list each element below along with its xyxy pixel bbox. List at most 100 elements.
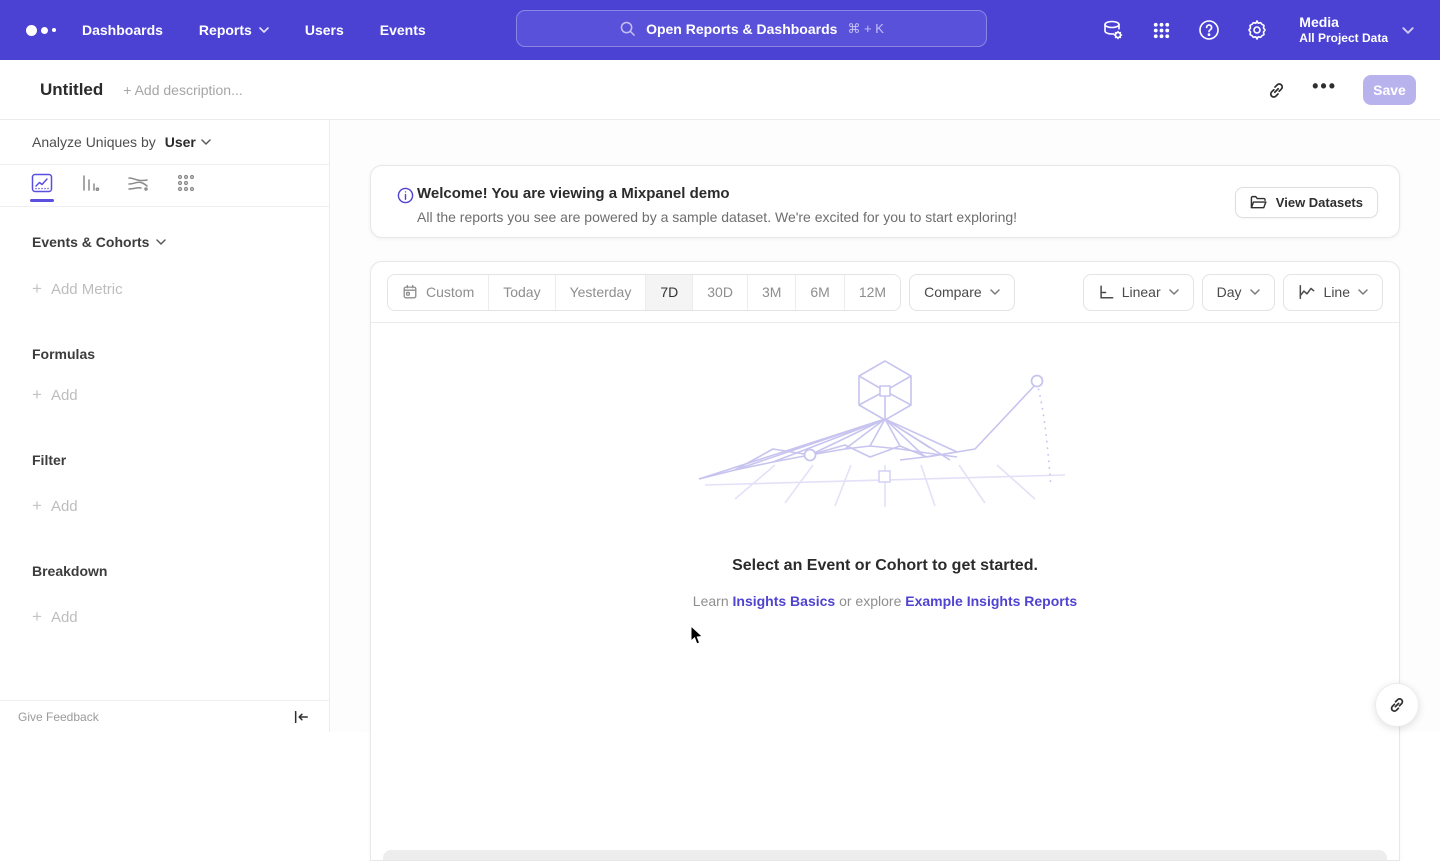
report-title[interactable]: Untitled: [40, 80, 103, 100]
folder-icon: [1250, 195, 1267, 210]
chevron-down-icon: [990, 289, 1000, 295]
mixpanel-logo-icon[interactable]: [26, 25, 72, 36]
section-filter: Filter: [0, 452, 329, 468]
interval-label: Day: [1217, 284, 1242, 300]
interval-dropdown[interactable]: Day: [1202, 274, 1275, 311]
header-actions: ••• Save: [1267, 60, 1416, 120]
chart-tab-bar[interactable]: [78, 173, 102, 202]
chart-type-dropdown[interactable]: Line: [1283, 274, 1383, 311]
date-range-label: 6M: [810, 284, 829, 300]
date-range-3m[interactable]: 3M: [748, 275, 796, 310]
date-range-label: 12M: [859, 284, 886, 300]
add-breakdown-button[interactable]: + Add: [0, 607, 329, 627]
date-range-7d[interactable]: 7D: [646, 275, 693, 310]
share-link-floating-button[interactable]: [1375, 683, 1419, 727]
empty-state-title: Select an Event or Cohort to get started…: [732, 557, 1038, 575]
empty-state-illustration: [695, 357, 1075, 512]
section-events-cohorts[interactable]: Events & Cohorts: [0, 234, 329, 250]
query-builder-sidebar: Analyze Uniques by User: [0, 120, 330, 732]
chevron-down-icon: [259, 27, 269, 33]
compare-label: Compare: [924, 284, 982, 300]
date-range-12m[interactable]: 12M: [845, 275, 900, 310]
plus-icon: +: [32, 385, 42, 405]
date-range-yesterday[interactable]: Yesterday: [556, 275, 647, 310]
line-chart-icon: [1298, 284, 1316, 300]
scale-label: Linear: [1122, 284, 1161, 300]
chevron-down-icon: [201, 139, 211, 145]
chevron-down-icon: [1402, 27, 1414, 34]
insights-report-card: Custom Today Yesterday 7D 30D 3M 6M 12M …: [370, 261, 1400, 861]
project-name: Media: [1299, 13, 1388, 31]
date-range-label: Custom: [426, 284, 474, 300]
demo-welcome-banner: Welcome! You are viewing a Mixpanel demo…: [370, 165, 1400, 238]
date-range-custom[interactable]: Custom: [388, 275, 489, 310]
chart-tab-line[interactable]: [30, 173, 54, 202]
section-title: Breakdown: [32, 563, 107, 579]
project-switcher[interactable]: Media All Project Data: [1299, 13, 1414, 47]
main-content: Welcome! You are viewing a Mixpanel demo…: [330, 120, 1440, 732]
chart-type-tabs: [0, 165, 329, 207]
section-formulas: Formulas: [0, 346, 329, 362]
add-label: Add: [51, 498, 78, 515]
project-subtitle: All Project Data: [1299, 31, 1388, 47]
date-range-segmented-control: Custom Today Yesterday 7D 30D 3M 6M 12M: [387, 274, 901, 311]
nav-item-users[interactable]: Users: [305, 22, 344, 38]
bottom-section-edge: [383, 850, 1387, 860]
nav-item-label: Users: [305, 22, 344, 38]
search-placeholder: Open Reports & Dashboards: [646, 21, 837, 37]
more-options-button[interactable]: •••: [1312, 86, 1337, 94]
analyze-by-dropdown[interactable]: User: [165, 134, 211, 150]
help-icon[interactable]: [1197, 18, 1221, 42]
give-feedback-link[interactable]: Give Feedback: [18, 710, 99, 724]
nav-item-dashboards[interactable]: Dashboards: [82, 22, 163, 38]
link-icon: [1388, 696, 1406, 714]
view-datasets-label: View Datasets: [1276, 195, 1363, 210]
info-icon: [397, 187, 414, 209]
analyze-row: Analyze Uniques by User: [0, 120, 329, 165]
chevron-down-icon: [156, 239, 166, 245]
chart-tab-flow[interactable]: [126, 173, 150, 202]
sidebar-footer: Give Feedback: [0, 700, 329, 732]
example-insights-reports-link[interactable]: Example Insights Reports: [905, 593, 1077, 609]
settings-icon[interactable]: [1245, 18, 1269, 42]
date-range-label: Today: [503, 284, 540, 300]
collapse-sidebar-icon[interactable]: [293, 710, 309, 724]
save-button[interactable]: Save: [1363, 75, 1416, 105]
add-description-field[interactable]: + Add description...: [123, 82, 242, 98]
data-management-icon[interactable]: [1101, 18, 1125, 42]
subtitle-text: Learn: [693, 593, 729, 609]
scale-dropdown[interactable]: Linear: [1083, 274, 1194, 311]
add-filter-button[interactable]: + Add: [0, 496, 329, 516]
search-shortcut: ⌘ + K: [847, 21, 884, 37]
nav-item-reports[interactable]: Reports: [199, 22, 269, 38]
insights-basics-link[interactable]: Insights Basics: [733, 593, 836, 609]
plus-icon: +: [32, 607, 42, 627]
add-metric-button[interactable]: + Add Metric: [0, 279, 329, 299]
date-range-30d[interactable]: 30D: [693, 275, 748, 310]
compare-button[interactable]: Compare: [909, 274, 1015, 311]
plus-icon: +: [32, 496, 42, 516]
date-range-today[interactable]: Today: [489, 275, 555, 310]
empty-state: Select an Event or Cohort to get started…: [371, 357, 1399, 609]
view-datasets-button[interactable]: View Datasets: [1235, 187, 1378, 218]
chart-tab-metrics[interactable]: [174, 173, 198, 202]
copy-link-icon[interactable]: [1267, 81, 1286, 100]
apps-grid-icon[interactable]: [1149, 18, 1173, 42]
global-search-input[interactable]: Open Reports & Dashboards ⌘ + K: [516, 10, 987, 47]
line-chart-icon: [31, 173, 53, 193]
add-label: Add: [51, 609, 78, 626]
section-breakdown: Breakdown: [0, 563, 329, 579]
chevron-down-icon: [1358, 289, 1368, 295]
add-formula-button[interactable]: + Add: [0, 385, 329, 405]
nav-item-label: Events: [380, 22, 426, 38]
chart-display-controls: Linear Day Line: [1083, 274, 1383, 311]
chevron-down-icon: [1169, 289, 1179, 295]
calendar-icon: [402, 284, 418, 300]
empty-state-subtitle: Learn Insights Basics or explore Example…: [693, 593, 1077, 609]
chevron-down-icon: [1250, 289, 1260, 295]
analyze-value: User: [165, 134, 196, 150]
nav-item-events[interactable]: Events: [380, 22, 426, 38]
date-range-label: 3M: [762, 284, 781, 300]
chart-type-label: Line: [1324, 284, 1350, 300]
date-range-6m[interactable]: 6M: [796, 275, 844, 310]
